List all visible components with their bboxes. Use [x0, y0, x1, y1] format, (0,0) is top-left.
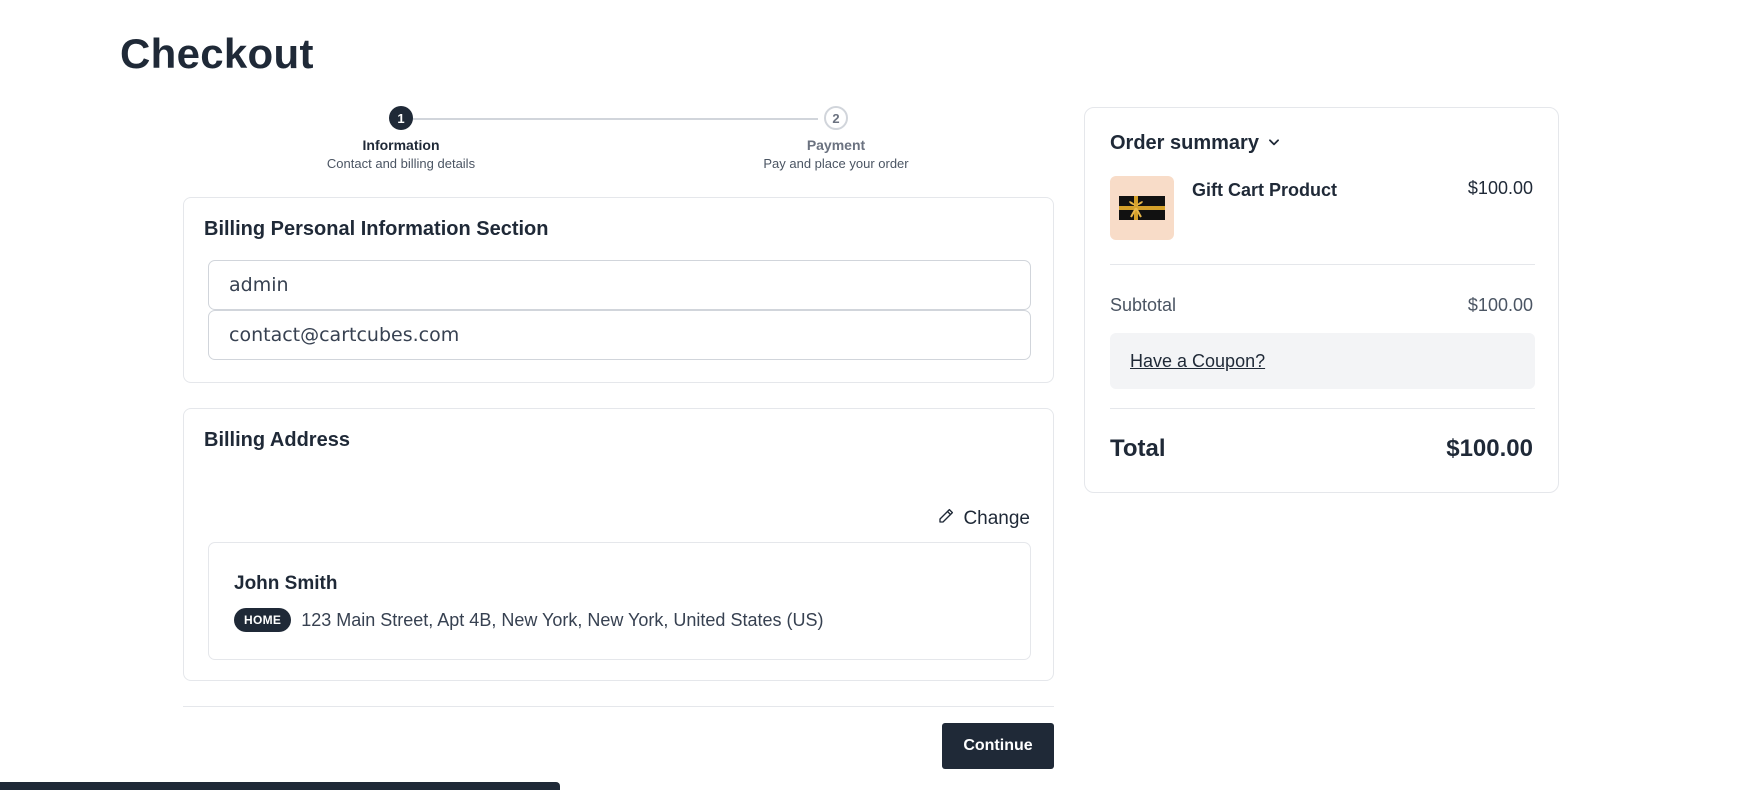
gift-card-icon	[1110, 176, 1174, 240]
order-summary-title: Order summary	[1110, 132, 1259, 154]
subtotal-value: $100.00	[1467, 295, 1533, 315]
chevron-down-icon	[1267, 132, 1281, 155]
name-field[interactable]: admin	[208, 260, 1031, 310]
change-label: Change	[963, 508, 1030, 529]
step-information[interactable]: 1 Information Contact and billing detail…	[301, 106, 501, 171]
step-title: Payment	[806, 137, 866, 153]
step-title: Information	[362, 137, 440, 153]
step-payment[interactable]: 2 Payment Pay and place your order	[736, 106, 936, 171]
order-summary-toggle[interactable]: Order summary	[1110, 132, 1281, 155]
page-title: Checkout	[120, 30, 314, 77]
edit-pencil-icon	[937, 507, 955, 531]
checkout-page: Checkout 1 Information Contact and billi…	[0, 0, 1745, 790]
divider	[1110, 408, 1535, 409]
step-number: 2	[824, 106, 848, 130]
change-address-button[interactable]: Change	[937, 507, 1030, 531]
section-title: Billing Address	[204, 429, 350, 451]
coupon-section: Have a Coupon?	[1110, 333, 1535, 389]
total-label: Total	[1110, 435, 1166, 462]
address-row: HOME 123 Main Street, Apt 4B, New York, …	[234, 608, 823, 632]
divider	[1110, 264, 1535, 265]
billing-address-card: Billing Address Change John Smith HOME 1…	[183, 408, 1054, 681]
order-summary-card: Order summary Gift Cart Product $100.00 …	[1084, 107, 1559, 493]
have-coupon-link[interactable]: Have a Coupon?	[1130, 351, 1265, 372]
billing-personal-info-card: Billing Personal Information Section adm…	[183, 197, 1054, 383]
total-value: $100.00	[1446, 435, 1533, 462]
checkout-stepper: 1 Information Contact and billing detail…	[183, 106, 1053, 176]
address-name: John Smith	[234, 573, 338, 594]
section-title: Billing Personal Information Section	[204, 218, 549, 240]
divider	[183, 706, 1054, 707]
browser-status-bar	[0, 782, 560, 790]
step-description: Pay and place your order	[763, 156, 909, 171]
product-price: $100.00	[1467, 178, 1533, 198]
address-text: 123 Main Street, Apt 4B, New York, New Y…	[301, 609, 824, 630]
subtotal-label: Subtotal	[1110, 295, 1177, 315]
continue-button[interactable]: Continue	[942, 723, 1054, 769]
product-name: Gift Cart Product	[1192, 180, 1338, 200]
step-number: 1	[389, 106, 413, 130]
email-field[interactable]: contact@cartcubes.com	[208, 310, 1031, 360]
address-type-badge: HOME	[234, 608, 292, 632]
address-entry[interactable]: John Smith HOME 123 Main Street, Apt 4B,…	[208, 542, 1031, 660]
step-description: Contact and billing details	[326, 156, 476, 171]
